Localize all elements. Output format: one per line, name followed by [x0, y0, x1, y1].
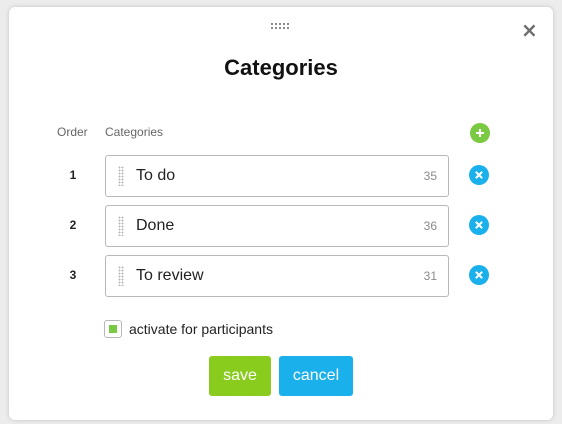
category-input[interactable]: To do 35 [105, 155, 449, 197]
add-category-button[interactable] [470, 123, 490, 143]
cancel-button[interactable]: cancel [279, 356, 353, 396]
categories-dialog: × Categories Order Categories 1 To do 35… [9, 7, 553, 420]
categories-column-header: Categories [105, 125, 164, 139]
category-row: 2 Done 36 [9, 205, 553, 247]
drag-grip-icon[interactable] [118, 266, 124, 286]
category-input[interactable]: Done 36 [105, 205, 449, 247]
category-id: 31 [423, 269, 437, 283]
dialog-title: Categories [224, 55, 338, 80]
remove-category-button[interactable] [469, 265, 489, 285]
save-button[interactable]: save [209, 356, 271, 396]
drag-grip-icon[interactable] [118, 216, 124, 236]
participants-checkbox-label: activate for participants [129, 321, 273, 337]
participants-checkbox[interactable] [104, 320, 122, 338]
order-column-header: Order [57, 125, 88, 139]
category-id: 35 [423, 169, 437, 183]
category-input[interactable]: To review 31 [105, 255, 449, 297]
row-order-number: 3 [69, 268, 77, 282]
drag-grip-icon[interactable] [118, 166, 124, 186]
category-name: To review [136, 267, 204, 284]
category-row: 3 To review 31 [9, 255, 553, 297]
row-order-number: 1 [69, 168, 77, 182]
close-icon[interactable]: × [521, 20, 538, 40]
category-name: Done [136, 217, 175, 234]
drag-handle-icon[interactable] [271, 23, 291, 31]
row-order-number: 2 [69, 218, 77, 232]
category-name: To do [136, 167, 176, 184]
remove-category-button[interactable] [469, 165, 489, 185]
category-id: 36 [423, 219, 437, 233]
remove-category-button[interactable] [469, 215, 489, 235]
category-row: 1 To do 35 [9, 155, 553, 197]
